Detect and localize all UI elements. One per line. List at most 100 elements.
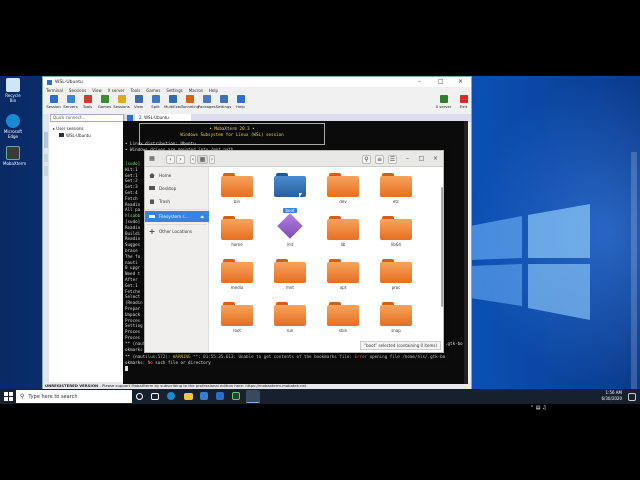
toolbar-button-multiexec[interactable]: MultiExec bbox=[164, 94, 182, 109]
menu-button[interactable]: ☰ bbox=[388, 155, 397, 164]
status-unregistered: UNREGISTERED VERSION bbox=[45, 383, 99, 388]
toolbar-button-sessions[interactable]: Sessions bbox=[113, 94, 130, 109]
menu-macros[interactable]: Macros bbox=[189, 88, 203, 93]
file-explorer-icon[interactable] bbox=[184, 393, 193, 400]
folder-init[interactable]: init bbox=[270, 213, 310, 247]
toolbar-button-session[interactable]: Session bbox=[45, 94, 62, 109]
sidebar-item-other-locations[interactable]: Other Locations bbox=[145, 226, 209, 237]
toolbar-button-games[interactable]: Games bbox=[96, 94, 113, 109]
nautilus-taskbar-icon[interactable] bbox=[246, 390, 260, 403]
quick-connect-input[interactable]: Quick connect... bbox=[50, 114, 124, 122]
toolbar-button-tunneling[interactable]: Tunneling bbox=[181, 94, 200, 109]
menu-games[interactable]: Games bbox=[146, 88, 160, 93]
window-title: WSL-Ubuntu bbox=[55, 79, 83, 85]
terminal-scrollbar[interactable] bbox=[464, 121, 468, 384]
toolbar-label: Split bbox=[151, 104, 160, 109]
plus-icon bbox=[149, 229, 155, 234]
folder-media[interactable]: media bbox=[217, 259, 257, 290]
folder-bin[interactable]: bin bbox=[217, 173, 257, 204]
tree-root[interactable]: ▸ User sessions bbox=[53, 125, 91, 132]
cortana-icon[interactable] bbox=[136, 393, 143, 400]
terminal-line: [sudo] bbox=[125, 219, 141, 224]
folder-mnt[interactable]: mnt bbox=[270, 259, 310, 290]
folder-etc[interactable]: etc bbox=[376, 173, 416, 204]
tab-tools[interactable] bbox=[44, 154, 48, 162]
taskbar-search-box[interactable]: ⚲ Type here to search bbox=[16, 390, 132, 403]
terminal-line: 0 upgr bbox=[125, 265, 141, 271]
folder-dev[interactable]: dev bbox=[323, 173, 363, 204]
toolbar-button-packages[interactable]: Packages bbox=[198, 94, 216, 109]
toolbar-button-split[interactable]: Split bbox=[147, 94, 164, 109]
folder-home[interactable]: home bbox=[217, 216, 257, 247]
folder-opt[interactable]: opt bbox=[323, 259, 363, 290]
toolbar-button-settings[interactable]: Settings bbox=[215, 94, 232, 109]
path-right-button[interactable]: › bbox=[209, 155, 215, 164]
terminal-line: Sugges bbox=[125, 242, 141, 248]
path-left-button[interactable]: ‹ bbox=[190, 155, 196, 164]
menu-view[interactable]: View bbox=[92, 88, 102, 93]
tab-macros[interactable] bbox=[44, 166, 48, 176]
toolbar-button-tools[interactable]: Tools bbox=[79, 94, 96, 109]
sidebar-item-filesystem[interactable]: Filesystem r... ⏏ bbox=[145, 211, 209, 222]
tab-sessions[interactable] bbox=[44, 132, 48, 148]
tree-item-wsl-ubuntu[interactable]: WSL-Ubuntu bbox=[53, 132, 91, 139]
folder-root[interactable]: root bbox=[217, 302, 257, 333]
taskbar: ⚲ Type here to search ⌃ ▤ ♫ 1:56 AM 6/30… bbox=[0, 389, 640, 411]
sidebar-item-trash[interactable]: Trash bbox=[145, 196, 209, 207]
file-grid-scrollbar[interactable] bbox=[441, 187, 443, 307]
maximize-button[interactable]: □ bbox=[417, 155, 426, 164]
minimize-button[interactable]: – bbox=[418, 78, 421, 85]
path-root-button[interactable]: ▦ bbox=[197, 155, 208, 164]
store-icon[interactable] bbox=[200, 392, 208, 400]
maximize-button[interactable]: □ bbox=[438, 78, 444, 85]
taskbar-clock[interactable]: 1:56 AM 6/30/2020 bbox=[601, 390, 622, 402]
toolbar-button-help[interactable]: Help bbox=[232, 94, 249, 109]
menu-terminal[interactable]: Terminal bbox=[46, 88, 63, 93]
servers-icon bbox=[66, 95, 75, 103]
system-tray-icons[interactable]: ⌃ ▤ ♫ bbox=[530, 394, 550, 411]
tools-icon bbox=[83, 95, 92, 103]
folder-boot[interactable]: boot bbox=[270, 173, 310, 216]
toolbar-button-servers[interactable]: Servers bbox=[62, 94, 79, 109]
folder-snap[interactable]: snap bbox=[376, 302, 416, 333]
search-button[interactable]: ⚲ bbox=[362, 155, 371, 164]
toolbar-button-x-server[interactable]: X server bbox=[435, 94, 452, 109]
folder-sbin[interactable]: sbin bbox=[323, 302, 363, 333]
folder-proc[interactable]: proc bbox=[376, 259, 416, 290]
menu-help[interactable]: Help bbox=[209, 88, 218, 93]
close-button[interactable]: × bbox=[431, 155, 440, 164]
view-options-button[interactable]: ≡ bbox=[375, 155, 384, 164]
windows-start-icon[interactable] bbox=[4, 392, 13, 401]
back-button[interactable]: ‹ bbox=[166, 155, 175, 164]
desktop-icon-label: Recycle Bin bbox=[5, 93, 21, 103]
mail-icon[interactable] bbox=[216, 392, 224, 400]
eject-icon[interactable]: ⏏ bbox=[200, 211, 204, 222]
notification-icon[interactable] bbox=[628, 393, 636, 401]
folder-run[interactable]: run bbox=[270, 302, 310, 333]
menu-settings[interactable]: Settings bbox=[166, 88, 182, 93]
terminal-line: Fetch bbox=[125, 195, 138, 201]
forward-button[interactable]: › bbox=[176, 155, 185, 164]
task-view-icon[interactable] bbox=[151, 393, 159, 400]
sidebar-item-home[interactable]: Home bbox=[145, 170, 209, 181]
mobaxterm-taskbar-icon[interactable] bbox=[232, 392, 240, 400]
desktop-icon-edge[interactable]: Microsoft Edge bbox=[3, 114, 23, 139]
toolbar-button-exit[interactable]: Exit bbox=[455, 94, 472, 109]
menu-x-server[interactable]: X server bbox=[108, 88, 125, 93]
folder-lib[interactable]: lib bbox=[323, 216, 363, 247]
close-button[interactable]: × bbox=[458, 78, 463, 85]
toolbar-label: Tunneling bbox=[181, 104, 200, 109]
terminal-line: Get:1 bbox=[125, 172, 138, 178]
menu-tools[interactable]: Tools bbox=[130, 88, 140, 93]
desktop-icon-mobaxterm[interactable]: MobaXterm bbox=[3, 146, 26, 166]
tree-item-label: WSL-Ubuntu bbox=[66, 133, 91, 138]
toolbar-label: Games bbox=[97, 104, 112, 109]
toolbar-button-view[interactable]: View bbox=[130, 94, 147, 109]
minimize-button[interactable]: – bbox=[403, 155, 412, 164]
menu-sessions[interactable]: Sessions bbox=[69, 88, 86, 93]
nautilus-menu-icon[interactable]: ▦ bbox=[149, 155, 155, 164]
sidebar-item-desktop[interactable]: Desktop bbox=[145, 183, 209, 194]
edge-taskbar-icon[interactable] bbox=[167, 392, 175, 400]
folder-lib64[interactable]: lib64 bbox=[376, 216, 416, 247]
desktop-icon-recycle-bin[interactable]: Recycle Bin bbox=[3, 78, 23, 103]
